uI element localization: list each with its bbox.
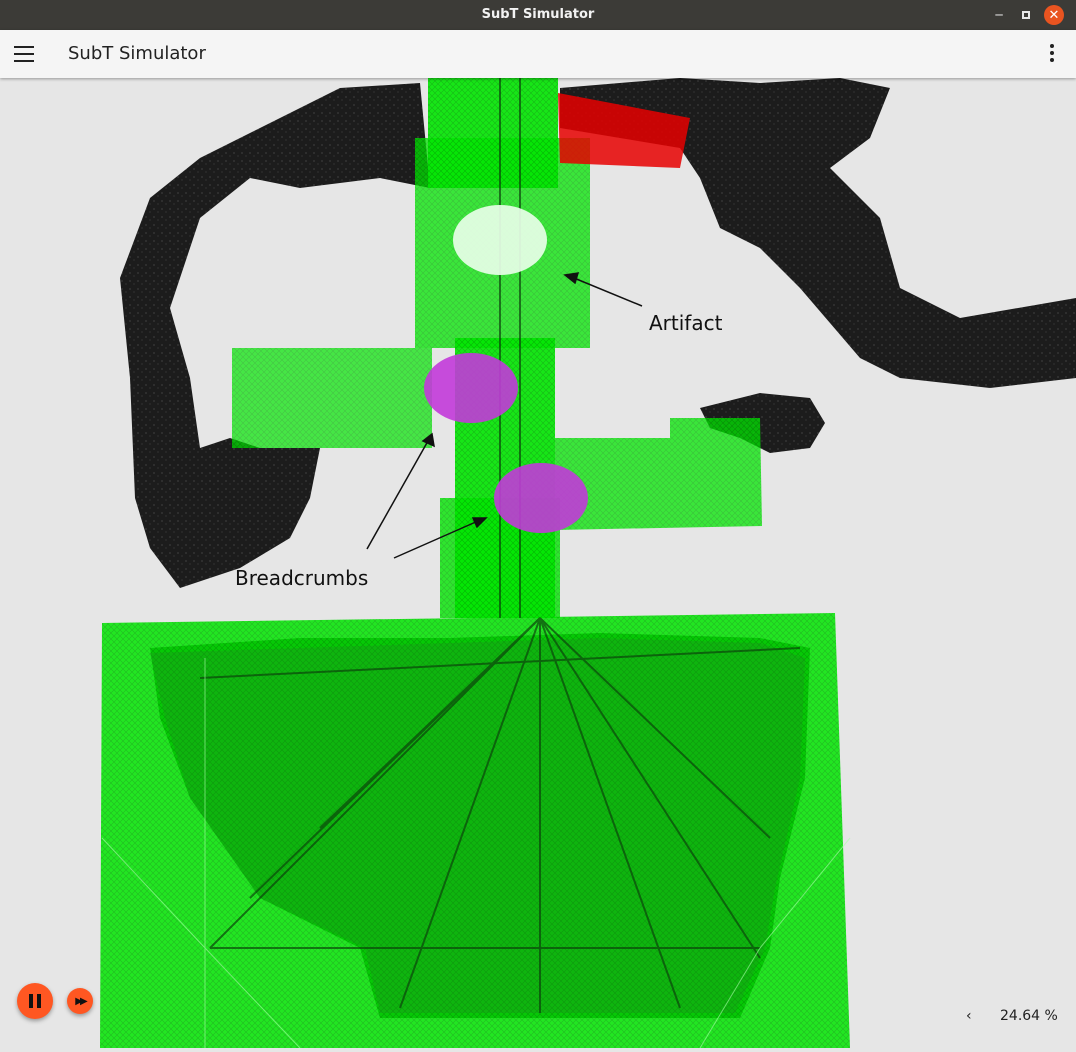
app-toolbar: SubT Simulator	[0, 30, 1076, 78]
artifact-label: Artifact	[649, 311, 723, 335]
maximize-button[interactable]	[1016, 5, 1036, 25]
fast-forward-button[interactable]: ▶▶	[67, 988, 93, 1014]
hamburger-menu-icon[interactable]	[14, 46, 34, 62]
3d-scene-viewport[interactable]: Artifact Breadcrumbs	[0, 78, 1076, 1049]
maximize-icon	[1022, 11, 1030, 19]
breadcrumb-marker[interactable]	[424, 353, 518, 423]
scene-render: Artifact Breadcrumbs	[100, 78, 1076, 1049]
fast-forward-icon: ▶▶	[75, 995, 88, 1007]
breadcrumbs-label: Breadcrumbs	[235, 566, 368, 590]
artifact-marker[interactable]	[453, 205, 547, 275]
close-icon: ✕	[1048, 7, 1060, 23]
breadcrumb-marker[interactable]	[494, 463, 588, 533]
window-titlebar: SubT Simulator ─ ✕	[0, 0, 1076, 30]
window-title: SubT Simulator	[481, 7, 595, 22]
app-title: SubT Simulator	[68, 43, 206, 64]
more-options-icon[interactable]	[1044, 44, 1060, 64]
minimize-icon: ─	[995, 8, 1003, 22]
pause-button[interactable]	[17, 983, 53, 1019]
chevron-left-icon[interactable]: ‹	[966, 1008, 972, 1024]
minimize-button[interactable]: ─	[989, 5, 1009, 25]
zoom-level: 24.64 %	[1000, 1008, 1058, 1024]
pause-icon	[29, 994, 33, 1008]
close-button[interactable]: ✕	[1044, 5, 1064, 25]
